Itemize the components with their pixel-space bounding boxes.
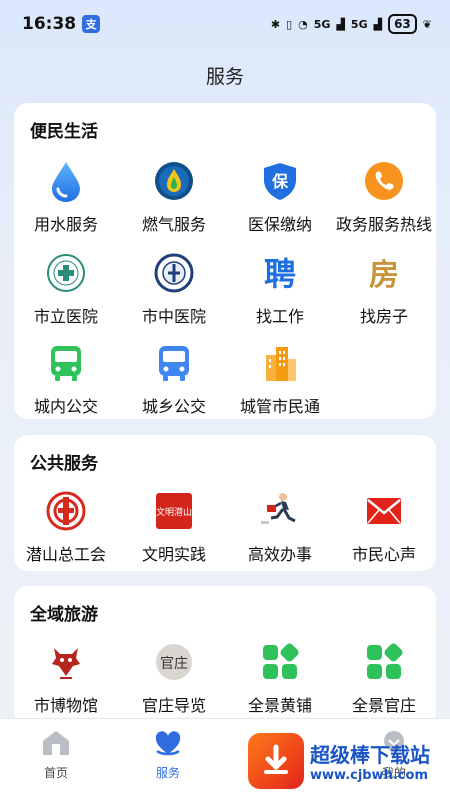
service-item-label: 高效办事 bbox=[247, 545, 312, 564]
service-item-label: 市博物馆 bbox=[33, 696, 98, 715]
city-bus-icon bbox=[44, 341, 88, 385]
signal-1-icon: ▟ bbox=[336, 17, 345, 31]
service-item-city-bus[interactable]: 城内公交 bbox=[6, 341, 126, 417]
section-convenience-life: 便民生活 用水服务 燃气服务 保 医保缴纳 政务服务热线 市立医院 市中医院 聘… bbox=[14, 103, 436, 419]
signal-1-label: 5G bbox=[313, 17, 331, 31]
service-item-citizen-voice[interactable]: 市民心声 bbox=[324, 489, 444, 565]
section-title: 便民生活 bbox=[30, 122, 98, 142]
museum-logo-icon bbox=[44, 640, 88, 684]
nav-tab-service[interactable]: 服务 bbox=[128, 729, 208, 781]
service-item-museum[interactable]: 市博物馆 bbox=[6, 640, 126, 716]
leaf-icon: ❦ bbox=[422, 17, 432, 31]
service-item-label: 城管市民通 bbox=[239, 397, 320, 416]
service-item-city-hospital[interactable]: 市立医院 bbox=[6, 251, 126, 327]
signal-2-icon: ▟ bbox=[373, 17, 383, 31]
panorama-grid-icon bbox=[258, 640, 302, 684]
running-businessman-icon bbox=[258, 489, 302, 533]
status-indicators: ✱ ▯ ◔ 5G ▟ 5G ▟ 63 ❦ bbox=[271, 14, 432, 34]
service-item-medical-insurance[interactable]: 保 医保缴纳 bbox=[220, 159, 340, 235]
medical-insurance-shield-icon: 保 bbox=[258, 159, 302, 203]
section-title: 公共服务 bbox=[30, 454, 98, 474]
tcm-hospital-logo-icon bbox=[152, 251, 196, 295]
service-item-label: 找房子 bbox=[359, 307, 408, 326]
wifi-icon: ◔ bbox=[298, 17, 308, 31]
service-item-label: 医保缴纳 bbox=[247, 215, 312, 234]
job-icon-text: 聘 bbox=[264, 255, 296, 293]
shield-text: 保 bbox=[271, 172, 289, 191]
status-time: 16:38 bbox=[22, 14, 77, 34]
nav-tab-label: 服务 bbox=[155, 766, 180, 780]
service-item-label: 用水服务 bbox=[33, 215, 98, 234]
service-item-rural-bus[interactable]: 城乡公交 bbox=[114, 341, 234, 417]
page-title: 服务 bbox=[205, 66, 244, 88]
watermark-title: 超级棒下载站 bbox=[310, 743, 430, 767]
watermark-url: www.cjbwh.com bbox=[310, 768, 428, 783]
service-item-efficient-service[interactable]: 高效办事 bbox=[220, 489, 340, 565]
download-site-watermark: 超级棒下载站 www.cjbwh.com bbox=[248, 728, 448, 794]
service-item-civilization-practice[interactable]: 文明潜山 文明实践 bbox=[114, 489, 234, 565]
service-item-label: 文明实践 bbox=[141, 545, 206, 564]
service-item-find-job[interactable]: 聘 找工作 bbox=[220, 251, 340, 327]
city-buildings-icon bbox=[258, 341, 302, 385]
job-hiring-icon: 聘 bbox=[258, 251, 302, 295]
service-item-label: 城内公交 bbox=[33, 397, 98, 416]
trade-union-logo-icon bbox=[44, 489, 88, 533]
service-item-gov-hotline[interactable]: 政务服务热线 bbox=[324, 159, 444, 235]
service-item-label: 燃气服务 bbox=[141, 215, 206, 234]
water-drop-icon bbox=[44, 159, 88, 203]
service-item-label: 政务服务热线 bbox=[335, 215, 432, 234]
guanzhuang-guide-icon: 官庄 bbox=[152, 640, 196, 684]
service-item-label: 官庄导览 bbox=[141, 696, 206, 715]
status-bar: 16:38 支 ✱ ▯ ◔ 5G ▟ 5G ▟ 63 ❦ bbox=[0, 0, 450, 48]
service-item-label: 市中医院 bbox=[141, 307, 206, 326]
service-item-trade-union[interactable]: 潜山总工会 bbox=[6, 489, 126, 565]
section-title: 全域旅游 bbox=[30, 605, 98, 625]
home-icon bbox=[43, 731, 69, 755]
service-item-label: 城乡公交 bbox=[141, 397, 206, 416]
service-item-panorama-huangpu[interactable]: 全景黄铺 bbox=[220, 640, 340, 716]
service-heart-icon bbox=[155, 731, 181, 756]
service-item-label: 市民心声 bbox=[351, 545, 416, 564]
rural-bus-icon bbox=[152, 341, 196, 385]
service-item-label: 市立医院 bbox=[33, 307, 98, 326]
panorama-grid-icon bbox=[362, 640, 406, 684]
service-item-find-house[interactable]: 房 找房子 bbox=[324, 251, 444, 327]
service-item-label: 找工作 bbox=[255, 307, 304, 326]
service-item-guanzhuang-guide[interactable]: 官庄 官庄导览 bbox=[114, 640, 234, 716]
civilization-icon-text: 文明潜山 bbox=[156, 506, 192, 518]
civilization-practice-icon: 文明潜山 bbox=[152, 489, 196, 533]
nav-tab-home[interactable]: 首页 bbox=[16, 729, 96, 781]
service-item-label: 全景黄铺 bbox=[247, 696, 312, 715]
service-item-panorama-guanzhuang[interactable]: 全景官庄 bbox=[324, 640, 444, 716]
guanzhuang-icon-text: 官庄 bbox=[160, 655, 188, 672]
battery-icon: 63 bbox=[388, 14, 417, 34]
house-icon-text: 房 bbox=[369, 258, 399, 293]
service-item-label: 潜山总工会 bbox=[25, 545, 106, 564]
service-item-label: 全景官庄 bbox=[351, 696, 416, 715]
watermark-text: 超级棒下载站 www.cjbwh.com bbox=[310, 739, 430, 783]
alipay-notification-icon: 支 bbox=[82, 15, 101, 33]
house-finding-icon: 房 bbox=[362, 251, 406, 295]
phone-hotline-icon bbox=[362, 159, 406, 203]
nav-tab-label: 首页 bbox=[43, 766, 68, 780]
service-item-tcm-hospital[interactable]: 市中医院 bbox=[114, 251, 234, 327]
city-hospital-logo-icon bbox=[44, 251, 88, 295]
bluetooth-icon: ✱ bbox=[270, 17, 281, 31]
section-public-services: 公共服务 潜山总工会 文明潜山 文明实践 高效办事 市民心声 bbox=[14, 435, 436, 571]
section-tourism: 全域旅游 市博物馆 官庄 官庄导览 全景黄铺 全景官庄 bbox=[14, 586, 436, 726]
gas-flame-icon bbox=[152, 159, 196, 203]
mail-envelope-icon bbox=[362, 489, 406, 533]
download-site-logo-icon bbox=[248, 733, 304, 789]
vibrate-icon: ▯ bbox=[286, 17, 293, 31]
service-item-water[interactable]: 用水服务 bbox=[6, 159, 126, 235]
service-item-urban-management[interactable]: 城管市民通 bbox=[220, 341, 340, 417]
service-item-gas[interactable]: 燃气服务 bbox=[114, 159, 234, 235]
signal-2-label: 5G bbox=[350, 17, 368, 31]
